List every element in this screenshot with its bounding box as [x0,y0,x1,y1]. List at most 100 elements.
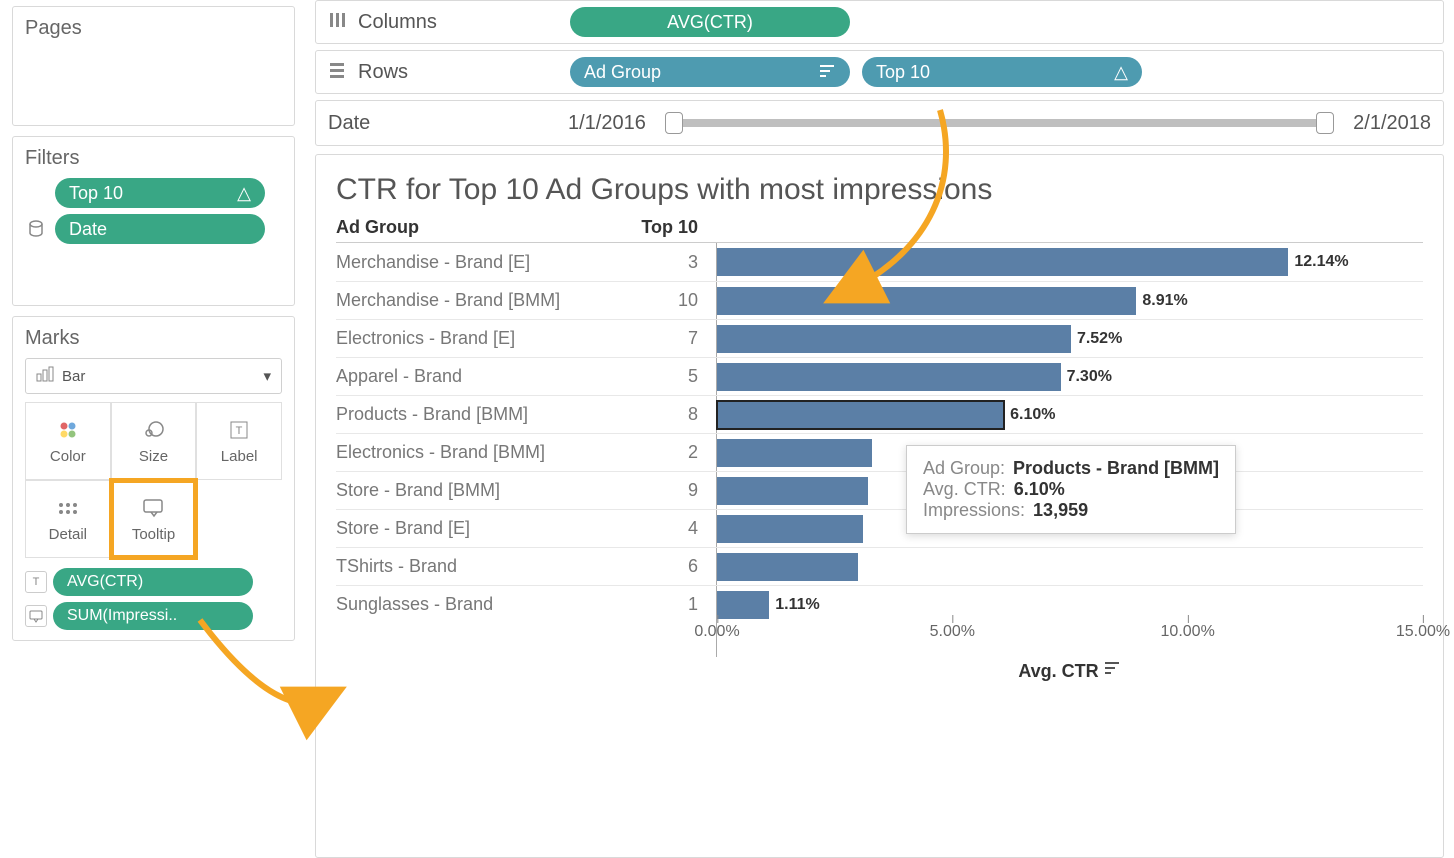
tooltip-value-impr: 13,959 [1033,500,1088,521]
tooltip-value-ctr: 6.10% [1014,479,1065,500]
bar[interactable] [717,325,1071,353]
bar[interactable] [717,401,1004,429]
marks-type-select[interactable]: Bar ▾ [25,358,282,394]
marks-tooltip-button[interactable]: Tooltip [111,480,197,558]
marks-card-title: Marks [25,327,282,350]
table-row: TShirts - Brand6 [336,547,1423,585]
date-slider-handle-start[interactable] [665,112,683,134]
table-row: Products - Brand [BMM]8 6.10% [336,395,1423,433]
tooltip-target-icon [25,605,47,627]
pages-card-title: Pages [25,17,282,40]
axis-tick: 15.00% [1396,623,1450,641]
rows-pill-top10[interactable]: Top 10 △ [862,57,1142,87]
datasource-icon [25,220,47,238]
bar-area: 6.10% [716,396,1423,433]
tooltip-label-ctr: Avg. CTR: [923,479,1006,500]
bar[interactable] [717,515,863,543]
tooltip-value-group: Products - Brand [BMM] [1013,458,1219,479]
row-rank: 2 [636,442,716,463]
bar[interactable] [717,439,872,467]
date-filter-label: Date [328,112,548,135]
chart-title: CTR for Top 10 Ad Groups with most impre… [336,173,1423,207]
bar[interactable] [717,248,1288,276]
date-slider[interactable] [674,119,1325,127]
tooltip: Ad Group: Products - Brand [BMM] Avg. CTR… [906,445,1236,534]
marks-size-label: Size [139,448,168,465]
row-group: Store - Brand [E] [336,518,636,539]
bar-label: 7.30% [1067,368,1112,386]
columns-shelf[interactable]: Columns AVG(CTR) [315,0,1444,44]
row-group: Products - Brand [BMM] [336,404,636,425]
axis-tick: 5.00% [930,623,975,641]
row-group: Electronics - Brand [E] [336,328,636,349]
delta-icon: △ [1114,62,1128,83]
chevron-down-icon: ▾ [263,367,271,385]
marks-detail-label: Detail [49,526,87,543]
row-rank: 9 [636,480,716,501]
row-rank: 7 [636,328,716,349]
marks-color-label: Color [50,448,86,465]
axis-label: Avg. CTR [1018,661,1098,682]
date-end: 2/1/2018 [1353,112,1431,135]
table-row: Merchandise - Brand [BMM]10 8.91% [336,281,1423,319]
tooltip-label-group: Ad Group: [923,458,1005,479]
marks-detail-button[interactable]: Detail [25,480,111,558]
row-group: Merchandise - Brand [BMM] [336,290,636,311]
row-rank: 5 [636,366,716,387]
bar-area: 7.30% [716,358,1423,395]
marks-pill-avg-ctr[interactable]: AVG(CTR) [53,568,253,596]
columns-icon [328,11,346,33]
tooltip-label-impr: Impressions: [923,500,1025,521]
row-rank: 10 [636,290,716,311]
rows-label: Rows [358,61,558,84]
bar-label: 8.91% [1142,292,1187,310]
size-icon [141,418,165,442]
marks-label-label: Label [221,448,258,465]
filter-pill-top10[interactable]: Top 10 △ [55,178,265,208]
chart-header-group: Ad Group [336,217,636,238]
marks-color-button[interactable]: Color [25,402,111,480]
row-rank: 3 [636,252,716,273]
bar-area: 12.14% [716,243,1423,281]
rows-shelf[interactable]: Rows Ad Group Top 10 △ [315,50,1444,94]
rows-pill-ad-group-label: Ad Group [584,62,661,83]
filter-pill-date-label: Date [69,219,107,240]
row-rank: 1 [636,594,716,615]
filter-pill-date[interactable]: Date [55,214,265,244]
rows-icon [328,61,346,83]
marks-label-button[interactable]: T Label [196,402,282,480]
bar-area: 1.11% [716,586,1423,623]
columns-pill-avg-ctr[interactable]: AVG(CTR) [570,7,850,37]
table-row: Store - Brand [BMM]9 [336,471,1423,509]
filter-pill-top10-label: Top 10 [69,183,123,204]
bar[interactable] [717,477,868,505]
bar[interactable] [717,591,769,619]
rows-pill-ad-group[interactable]: Ad Group [570,57,850,87]
marks-pill-sum-impressions[interactable]: SUM(Impressi.. [53,602,253,630]
table-row: Sunglasses - Brand11.11% [336,585,1423,623]
row-group: Store - Brand [BMM] [336,480,636,501]
date-slider-handle-end[interactable] [1316,112,1334,134]
bar[interactable] [717,287,1136,315]
tooltip-icon [142,496,164,520]
sort-desc-icon [1105,661,1121,679]
bar[interactable] [717,553,858,581]
columns-pill-label: AVG(CTR) [667,12,753,33]
bar-area [716,548,1423,585]
row-group: TShirts - Brand [336,556,636,577]
marks-tooltip-label: Tooltip [132,526,175,543]
bar-label: 12.14% [1294,253,1348,271]
marks-pill-avg-ctr-label: AVG(CTR) [67,573,143,591]
bar[interactable] [717,363,1061,391]
row-rank: 8 [636,404,716,425]
svg-text:T: T [236,425,243,437]
bar-label: 1.11% [775,596,819,614]
marks-pill-sum-impressions-label: SUM(Impressi.. [67,607,177,625]
bar-label: 6.10% [1010,406,1055,424]
table-row: Store - Brand [E]4 [336,509,1423,547]
chart-card: CTR for Top 10 Ad Groups with most impre… [315,154,1444,858]
date-filter-row: Date 1/1/2016 2/1/2018 [315,100,1444,146]
table-row: Apparel - Brand57.30% [336,357,1423,395]
table-row: Electronics - Brand [E]77.52% [336,319,1423,357]
marks-size-button[interactable]: Size [111,402,197,480]
